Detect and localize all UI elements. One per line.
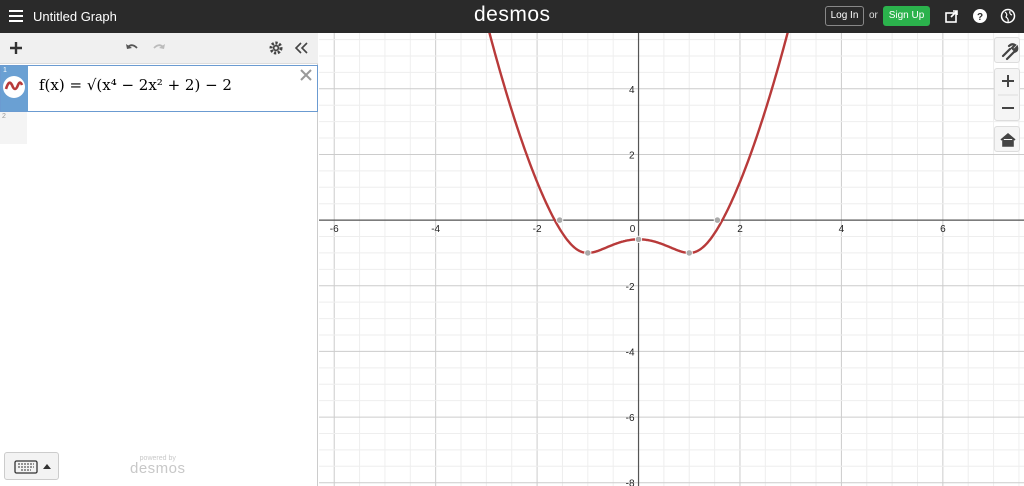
graph-canvas[interactable]: -6 -4 -2 0 2 4 6 4 2 -2 -4 -6 -8: [319, 33, 1024, 486]
y-tick-label: -6: [626, 413, 635, 424]
collapse-panel-icon[interactable]: [293, 40, 309, 56]
powered-by-logo[interactable]: powered by desmos: [130, 455, 186, 477]
x-tick-label: -4: [431, 224, 440, 235]
y-tick-label: -2: [626, 282, 635, 293]
panel-toolbar: [0, 33, 318, 64]
expression-index: 2: [2, 113, 6, 120]
y-tick-label: -4: [626, 347, 635, 358]
or-text: or: [869, 10, 878, 21]
zoom-in-icon: [1002, 75, 1014, 87]
expression-gutter-empty: 2: [0, 112, 27, 144]
expression-math[interactable]: f(x) = √(x⁴ − 2x² + 2) − 2: [39, 76, 232, 94]
point-of-interest: [556, 216, 564, 224]
x-tick-label: 6: [940, 224, 946, 235]
home-button[interactable]: [994, 126, 1020, 152]
x-tick-label: 0: [630, 224, 636, 235]
keyboard-toggle-button[interactable]: [4, 452, 59, 480]
x-tick-label: 4: [839, 224, 845, 235]
graph-svg[interactable]: -6 -4 -2 0 2 4 6 4 2 -2 -4 -6 -8: [319, 33, 1024, 486]
top-bar: Untitled Graph desmos Log In or Sign Up …: [0, 0, 1024, 33]
globe-icon[interactable]: [1000, 8, 1016, 24]
y-tick-label: 2: [629, 150, 635, 161]
point-of-interest: [713, 216, 721, 224]
help-icon[interactable]: ?: [972, 8, 988, 24]
delete-expression-icon[interactable]: [299, 68, 313, 82]
expression-panel: 1 f(x) = √(x⁴ − 2x² + 2) − 2 2 powered b…: [0, 33, 318, 486]
point-of-interest: [584, 249, 592, 257]
expression-index: 1: [3, 67, 7, 74]
expression-row-1[interactable]: 1 f(x) = √(x⁴ − 2x² + 2) − 2: [0, 65, 318, 112]
add-expression-icon[interactable]: [8, 40, 24, 56]
home-icon: [1000, 132, 1016, 147]
svg-text:?: ?: [977, 12, 983, 23]
expression-row-2[interactable]: 2: [0, 112, 318, 144]
x-tick-label: -2: [533, 224, 542, 235]
redo-icon[interactable]: [151, 40, 167, 56]
y-tick-label: -8: [626, 479, 635, 486]
expression-gutter: 1: [1, 66, 28, 111]
wrench-icon: [1001, 43, 1019, 61]
powered-by-brand: desmos: [130, 460, 186, 477]
curve-color-icon[interactable]: [3, 76, 25, 98]
x-tick-label: -6: [330, 224, 339, 235]
signup-button[interactable]: Sign Up: [883, 6, 930, 26]
caret-up-icon: [43, 464, 51, 469]
menu-icon[interactable]: [9, 10, 23, 22]
settings-gear-icon[interactable]: [268, 40, 284, 56]
x-tick-label: 2: [737, 224, 743, 235]
zoom-buttons: [994, 68, 1020, 121]
desmos-logo: desmos: [474, 3, 551, 26]
graph-settings-button[interactable]: [994, 37, 1020, 63]
point-of-interest: [634, 235, 643, 243]
graph-title[interactable]: Untitled Graph: [33, 9, 117, 24]
point-of-interest: [685, 249, 693, 257]
y-tick-label: 4: [629, 85, 635, 96]
login-button[interactable]: Log In: [825, 6, 864, 26]
share-icon[interactable]: [944, 8, 960, 24]
undo-icon[interactable]: [124, 40, 140, 56]
